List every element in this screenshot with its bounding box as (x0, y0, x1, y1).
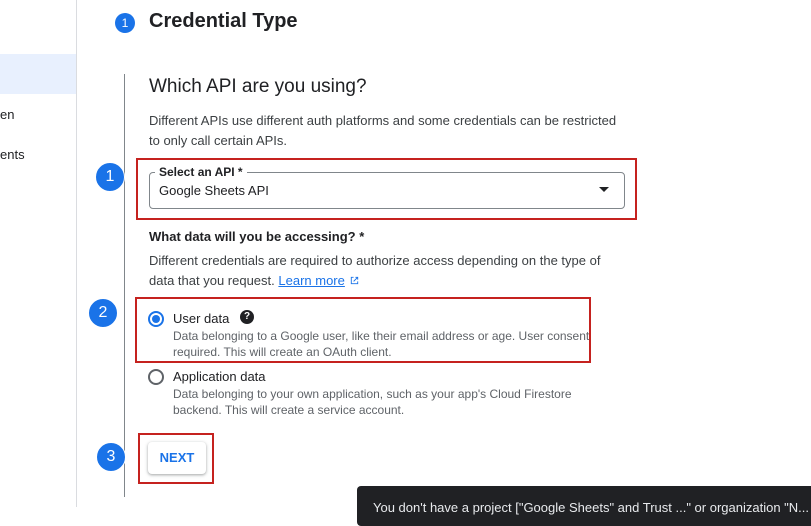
highlight-box-user-data (135, 297, 591, 363)
open-in-new-icon[interactable] (349, 275, 360, 286)
annotation-badge: 2 (88, 298, 118, 328)
step-number-badge: 1 (115, 13, 135, 33)
sidebar: en ents (0, 0, 77, 507)
snackbar-text: You don't have a project ["Google Sheets… (373, 500, 809, 515)
section-heading: Which API are you using? (149, 76, 367, 97)
application-data-label[interactable]: Application data (173, 369, 266, 384)
application-data-radio[interactable] (148, 369, 164, 385)
annotation-badge: 1 (95, 162, 125, 192)
data-question-text: Different credentials are required to au… (149, 253, 601, 288)
step-title: Credential Type (149, 10, 298, 32)
data-question-label: What data will you be accessing? * (149, 229, 365, 244)
annotation-badge: 3 (96, 442, 126, 472)
application-data-description: Data belonging to your own application, … (173, 387, 572, 417)
sidebar-item[interactable]: ents (0, 147, 25, 162)
learn-more-link[interactable]: Learn more (278, 273, 344, 288)
sidebar-item[interactable]: en (0, 107, 14, 122)
snackbar: You don't have a project ["Google Sheets… (357, 486, 811, 526)
data-question-description: Different credentials are required to au… (149, 251, 609, 291)
section-description: Different APIs use different auth platfo… (149, 113, 617, 148)
sidebar-selected-item[interactable] (0, 54, 76, 94)
highlight-box-next (138, 433, 214, 484)
stepper-line (124, 74, 125, 497)
highlight-box-api (136, 158, 637, 220)
